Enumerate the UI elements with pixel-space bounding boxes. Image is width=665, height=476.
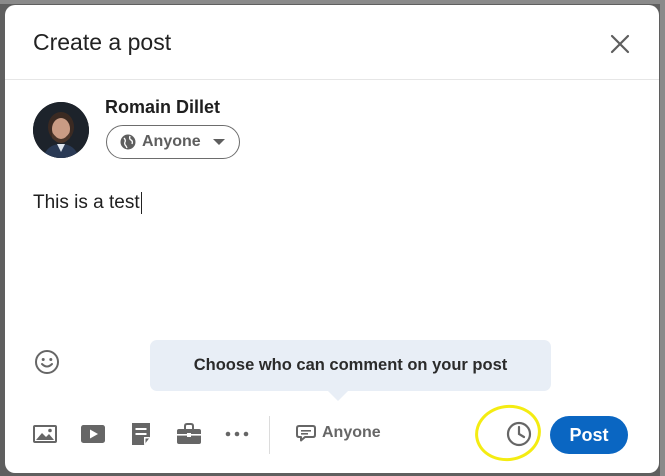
tooltip-text: Choose who can comment on your post [193, 356, 508, 374]
briefcase-icon [177, 423, 201, 444]
tooltip-arrow [328, 391, 348, 401]
comment-icon [296, 425, 316, 442]
close-icon [610, 34, 630, 54]
add-video-button[interactable] [80, 422, 106, 446]
audience-label: Anyone [142, 133, 201, 150]
schedule-post-button[interactable] [505, 420, 533, 448]
comment-setting-label: Anyone [322, 424, 381, 441]
emoji-button[interactable] [34, 349, 60, 375]
post-text-editor[interactable]: This is a test [33, 192, 143, 214]
text-cursor [140, 192, 143, 214]
emoji-icon [35, 350, 59, 374]
clock-icon [506, 421, 532, 447]
document-icon [132, 423, 150, 445]
share-job-button[interactable] [176, 422, 202, 446]
video-icon [81, 425, 105, 443]
create-post-dialog: Create a post Romain Dillet Anyone This … [5, 5, 659, 473]
photo-icon [33, 425, 57, 443]
add-photo-button[interactable] [32, 422, 58, 446]
comment-settings-tooltip: Choose who can comment on your post [150, 340, 551, 391]
audience-selector-button[interactable]: Anyone [106, 125, 240, 159]
more-options-button[interactable] [224, 422, 250, 446]
chevron-down-icon [212, 139, 225, 145]
add-document-button[interactable] [129, 422, 155, 446]
toolbar-divider [269, 416, 270, 454]
close-button[interactable] [605, 29, 635, 59]
avatar [33, 102, 89, 158]
author-name: Romain Dillet [105, 97, 221, 117]
more-icon [225, 431, 249, 437]
comment-setting-button[interactable]: Anyone [296, 424, 381, 442]
globe-icon [120, 134, 136, 150]
dialog-header: Create a post [5, 5, 659, 80]
post-text: This is a test [33, 192, 140, 213]
post-button[interactable]: Post [550, 416, 628, 454]
dialog-title: Create a post [33, 29, 172, 55]
